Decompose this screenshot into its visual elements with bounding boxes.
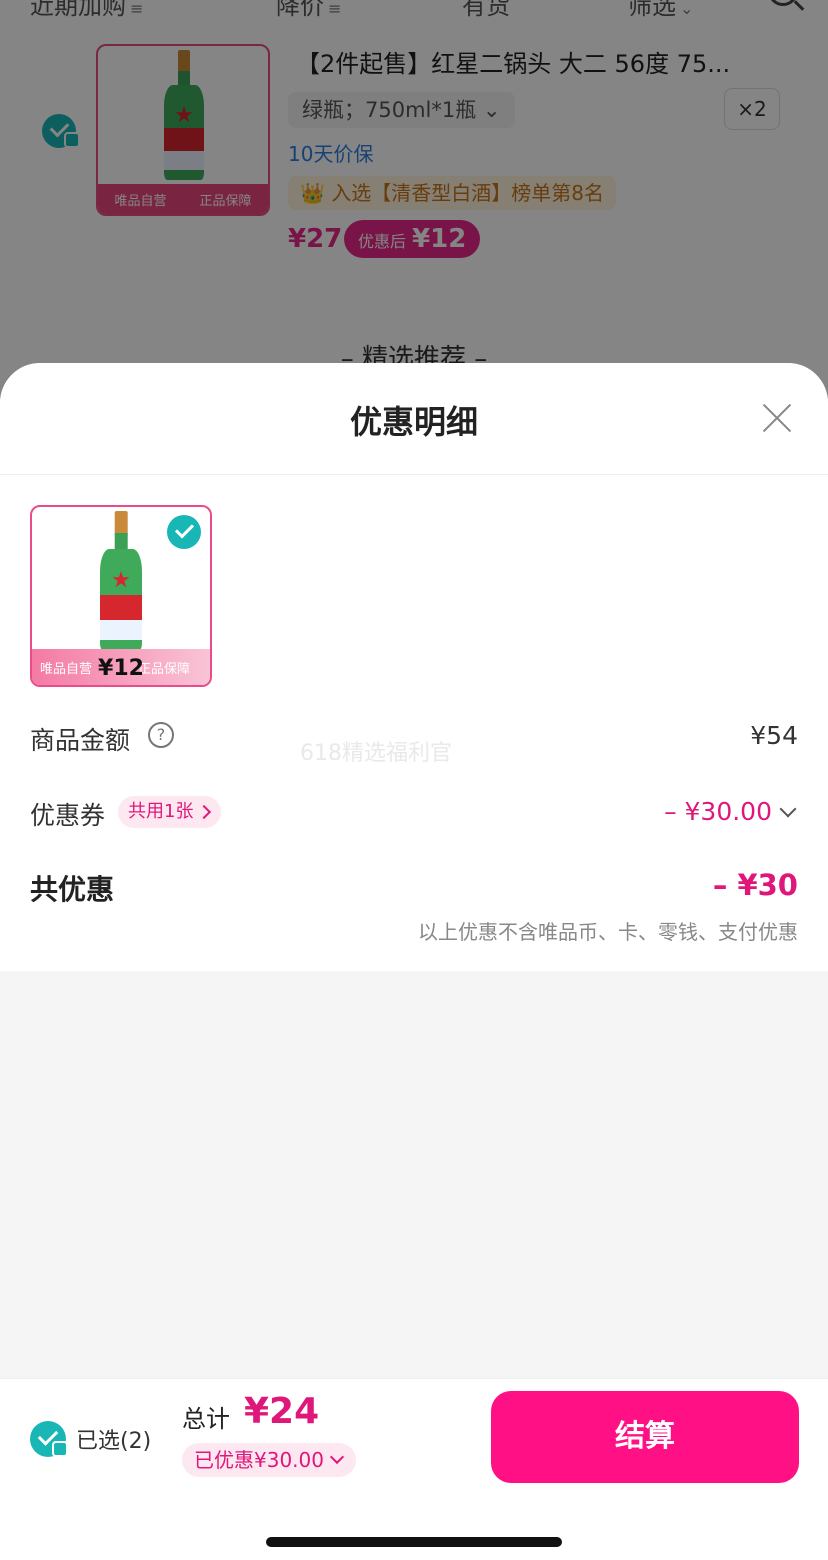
coupon-value[interactable]: – ¥30.00 [664,797,772,826]
coupon-label: 优惠券 [30,801,106,830]
coupon-count-tag[interactable]: 共用1张 [118,796,222,828]
saved-amount-tag[interactable]: 已优惠¥30.00 [182,1443,356,1477]
lock-icon [52,1441,68,1457]
help-icon[interactable]: ? [148,722,174,748]
sheet-title: 优惠明细 [349,403,478,441]
item-selected-check-icon[interactable] [167,515,201,549]
goods-amount-value: ¥54 [750,721,798,750]
modal-overlay[interactable] [0,0,828,420]
sheet-header: 优惠明细 [0,363,828,475]
total-price: ¥24 [244,1391,320,1432]
checkout-button[interactable]: 结算 [491,1391,799,1483]
home-indicator[interactable] [266,1537,562,1547]
goods-amount-label: 商品金额 [30,726,131,755]
total-discount-value: – ¥30 [712,868,798,902]
discount-note: 以上优惠不含唯品币、卡、零钱、支付优惠 [418,920,798,944]
total-label: 总计 [182,1405,230,1433]
total-discount-label: 共优惠 [30,873,115,906]
watermark-text: 618精选福利官 [300,741,452,766]
selected-count[interactable]: 已选(2) [76,1423,151,1455]
item-price: ¥12 [98,656,144,681]
bottle-image: ★ [100,511,142,651]
checkout-bar: 已选(2) 总计 ¥24 已优惠¥30.00 结算 [0,1378,828,1560]
close-icon[interactable] [760,401,794,435]
